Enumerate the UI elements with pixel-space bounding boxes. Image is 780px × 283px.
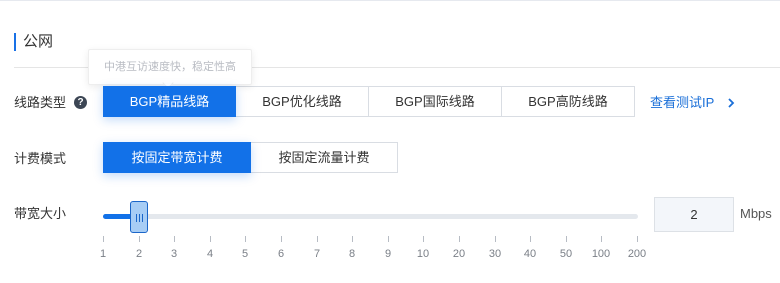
scale-tick-label: 40 — [523, 248, 537, 260]
scale-tick-label: 3 — [170, 248, 178, 260]
scale-tick-label: 1 — [99, 248, 107, 260]
scale-tick-label: 30 — [488, 248, 502, 260]
view-test-ip-link[interactable]: 查看测试IP — [650, 94, 714, 112]
grip-line — [139, 214, 140, 222]
scale-tick — [352, 236, 353, 242]
line-option-bgp-optimized[interactable]: BGP优化线路 — [235, 86, 369, 117]
scale-tick-label: 50 — [559, 248, 573, 260]
scale-tick — [423, 236, 424, 242]
scale-tick — [388, 236, 389, 242]
billing-label: 计费模式 — [14, 151, 67, 166]
scale-tick-label: 200 — [627, 248, 647, 260]
scale-tick — [530, 236, 531, 242]
bandwidth-unit: Mbps — [740, 206, 772, 221]
scale-tick-label: 9 — [384, 248, 392, 260]
scale-tick — [495, 236, 496, 242]
top-border — [0, 0, 780, 1]
scale-tick-label: 6 — [277, 248, 285, 260]
bandwidth-input[interactable] — [654, 197, 734, 232]
billing-option-fixed-traffic[interactable]: 按固定流量计费 — [250, 142, 398, 173]
scale-tick-label: 4 — [206, 248, 214, 260]
scale-tick-label: 10 — [416, 248, 430, 260]
scale-tick-label: 7 — [313, 248, 321, 260]
scale-tick — [459, 236, 460, 242]
line-option-bgp-international[interactable]: BGP国际线路 — [368, 86, 502, 117]
scale-tick — [210, 236, 211, 242]
scale-tick — [317, 236, 318, 242]
line-option-bgp-premium[interactable]: BGP精品线路 — [103, 86, 236, 117]
bandwidth-label: 带宽大小 — [14, 206, 67, 221]
scale-tick — [637, 236, 638, 242]
scale-tick-label: 20 — [452, 248, 466, 260]
bandwidth-slider-handle[interactable] — [130, 201, 148, 233]
grip-line — [136, 214, 137, 222]
scale-tick-label: 2 — [135, 248, 143, 260]
line-type-label: 线路类型 — [14, 95, 67, 110]
scale-tick — [566, 236, 567, 242]
scale-tick — [174, 236, 175, 242]
bandwidth-slider-track[interactable] — [103, 214, 638, 219]
scale-tick-label: 5 — [241, 248, 249, 260]
scale-tick-label: 100 — [591, 248, 611, 260]
scale-tick — [281, 236, 282, 242]
line-option-bgp-ddos[interactable]: BGP高防线路 — [501, 86, 635, 117]
help-icon[interactable]: ? — [74, 96, 87, 109]
billing-option-fixed-bandwidth[interactable]: 按固定带宽计费 — [103, 142, 251, 173]
billing-selector: 按固定带宽计费 按固定流量计费 — [103, 142, 398, 173]
chevron-right-icon[interactable] — [726, 98, 736, 108]
scale-tick-label: 8 — [348, 248, 356, 260]
scale-tick — [139, 236, 140, 242]
scale-tick — [601, 236, 602, 242]
scale-tick — [103, 236, 104, 242]
scale-tick — [245, 236, 246, 242]
grip-line — [142, 214, 143, 222]
line-type-selector: BGP精品线路 BGP优化线路 BGP国际线路 BGP高防线路 — [103, 86, 635, 117]
section-title: 公网 — [14, 33, 53, 51]
